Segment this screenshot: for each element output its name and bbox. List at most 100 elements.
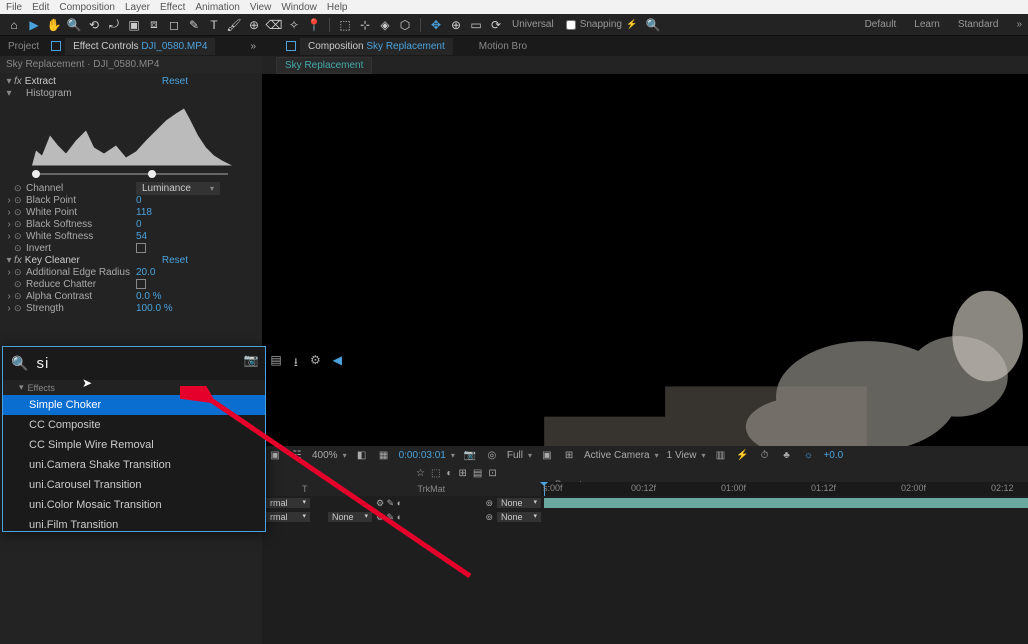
layer-clip[interactable] xyxy=(544,498,1028,508)
menu-composition[interactable]: Composition xyxy=(59,2,115,13)
workspace-more-icon[interactable]: » xyxy=(1016,19,1022,30)
layer-track[interactable] xyxy=(541,511,1028,523)
table-row[interactable]: rmal None ⚙ ✎ ◐ ⊚ None xyxy=(262,510,1028,524)
menu-help[interactable]: Help xyxy=(327,2,348,13)
layer-track[interactable] xyxy=(541,497,1028,509)
panel-icon[interactable] xyxy=(51,41,61,51)
timeline-icon[interactable]: ⏱ xyxy=(757,448,771,462)
panbehind-tool-icon[interactable]: ⧈ xyxy=(146,17,162,33)
search-input[interactable] xyxy=(36,355,235,372)
snapshot-icon[interactable]: 📷 xyxy=(463,448,477,462)
eraser-tool-icon[interactable]: ⌫ xyxy=(266,17,282,33)
list-item[interactable]: uni.Color Mosaic Transition xyxy=(3,495,265,515)
snapping-toggle[interactable]: Snapping ⚡ xyxy=(566,19,637,30)
tl-render-icon[interactable]: ⊡ xyxy=(488,468,496,479)
light-icon[interactable]: ⬡ xyxy=(397,17,413,33)
mask-icon[interactable]: ▦ xyxy=(377,448,391,462)
tab-motion-bro[interactable]: Motion Bro xyxy=(471,38,535,55)
menu-view[interactable]: View xyxy=(250,2,272,13)
tl-motion-blur-icon[interactable]: ◐ xyxy=(446,468,452,479)
timecode-display[interactable]: 0:00:03:01 xyxy=(399,450,455,461)
blend-mode-dropdown[interactable]: rmal xyxy=(266,498,310,508)
exposure-icon[interactable]: ☼ xyxy=(801,448,815,462)
parent-dropdown[interactable]: None xyxy=(497,512,541,522)
search-toolbar-icon[interactable]: 🔍 xyxy=(645,17,661,33)
prop-alpha-contrast[interactable]: ›⊙ Alpha Contrast 0.0 % xyxy=(4,290,258,302)
camera-tool-icon[interactable]: ▣ xyxy=(126,17,142,33)
blend-mode-dropdown[interactable]: rmal xyxy=(266,512,310,522)
guides-icon[interactable]: ⊞ xyxy=(562,448,576,462)
move-tool-icon[interactable]: ✥ xyxy=(428,17,444,33)
transparency-icon[interactable]: ▣ xyxy=(540,448,554,462)
search-category[interactable]: ▾Effects xyxy=(3,380,265,395)
pen-tool-icon[interactable]: ✎ xyxy=(186,17,202,33)
download-icon[interactable]: ⭳ xyxy=(294,353,298,374)
prop-channel[interactable]: ⊙ Channel Luminance xyxy=(4,182,258,194)
reduce-chatter-checkbox[interactable] xyxy=(136,279,146,289)
menu-layer[interactable]: Layer xyxy=(125,2,150,13)
parent-dropdown[interactable]: None xyxy=(497,498,541,508)
3d-icon[interactable]: ◈ xyxy=(377,17,393,33)
view-dropdown[interactable]: 1 View xyxy=(667,450,706,461)
null-icon[interactable]: ⬚ xyxy=(337,17,353,33)
prop-white-softness[interactable]: ›⊙ White Softness 54 xyxy=(4,230,258,242)
comp-panel-icon[interactable] xyxy=(286,41,296,51)
list-item[interactable]: Simple Choker xyxy=(3,395,265,415)
resolution-dropdown[interactable]: Full xyxy=(507,450,532,461)
list-icon[interactable]: ▤ xyxy=(270,353,281,374)
gear-icon[interactable]: ⚙ xyxy=(310,353,321,374)
subtab-sky-replacement[interactable]: Sky Replacement xyxy=(276,57,372,74)
prop-invert[interactable]: ⊙ Invert xyxy=(4,242,258,254)
rect-icon[interactable]: ▭ xyxy=(468,17,484,33)
tl-graph-icon[interactable]: ⊞ xyxy=(458,468,466,479)
fast-preview-icon[interactable]: ⚡ xyxy=(735,448,749,462)
tab-effect-controls[interactable]: Effect Controls DJI_0580.MP4 xyxy=(65,38,215,55)
workspace-standard[interactable]: Standard xyxy=(958,19,999,30)
list-item[interactable]: uni.Camera Shake Transition xyxy=(3,455,265,475)
share-icon[interactable]: ◀ xyxy=(333,353,342,374)
composition-viewer[interactable]: Active Camera xyxy=(262,74,1028,446)
selection-tool-icon[interactable]: ▶ xyxy=(26,17,42,33)
tl-fx-icon[interactable]: ⬚ xyxy=(431,468,440,479)
timeline-ruler[interactable]: s:00f 00:12f 01:00f 01:12f 02:00f 02:12 xyxy=(541,482,1028,496)
tl-layer-icon[interactable]: ▤ xyxy=(473,468,482,479)
anchor-icon[interactable]: ⊕ xyxy=(448,17,464,33)
clone-tool-icon[interactable]: ⊕ xyxy=(246,17,262,33)
brush-tool-icon[interactable]: 🖌 xyxy=(226,17,242,33)
rotate-tool-icon[interactable]: ⤾ xyxy=(106,17,122,33)
prop-black-softness[interactable]: ›⊙ Black Softness 0 xyxy=(4,218,258,230)
prop-black-point[interactable]: ›⊙ Black Point 0 xyxy=(4,194,258,206)
effect-extract[interactable]: ▾fx Extract Reset xyxy=(4,75,258,87)
tab-composition[interactable]: Composition Sky Replacement xyxy=(300,38,453,55)
channel-icon[interactable]: ◧ xyxy=(355,448,369,462)
snapping-checkbox[interactable] xyxy=(566,20,576,30)
puppet-tool-icon[interactable]: 📍 xyxy=(306,17,322,33)
axis-icon[interactable]: ⊹ xyxy=(357,17,373,33)
reset-button[interactable]: Reset xyxy=(162,76,188,87)
menu-file[interactable]: File xyxy=(6,2,22,13)
prop-edge-radius[interactable]: ›⊙ Additional Edge Radius 20.0 xyxy=(4,266,258,278)
trkmat-dropdown[interactable]: None xyxy=(328,512,372,522)
prop-strength[interactable]: ›⊙ Strength 100.0 % xyxy=(4,302,258,314)
snapshot-icon[interactable]: 📷 xyxy=(243,353,258,374)
prop-reduce-chatter[interactable]: ⊙ Reduce Chatter xyxy=(4,278,258,290)
histogram-slider[interactable] xyxy=(32,170,232,178)
effect-key-cleaner[interactable]: ▾fx Key Cleaner Reset xyxy=(4,254,258,266)
menu-animation[interactable]: Animation xyxy=(195,2,239,13)
menu-edit[interactable]: Edit xyxy=(32,2,49,13)
menu-window[interactable]: Window xyxy=(281,2,317,13)
flow-icon[interactable]: ♣ xyxy=(779,448,793,462)
reset-button[interactable]: Reset xyxy=(162,255,188,266)
prop-white-point[interactable]: ›⊙ White Point 118 xyxy=(4,206,258,218)
camera-dropdown[interactable]: Active Camera xyxy=(584,450,659,461)
channel-dropdown[interactable]: Luminance xyxy=(136,182,220,195)
magnify-icon[interactable]: ▣ xyxy=(268,448,282,462)
zoom-dropdown[interactable]: 400% xyxy=(312,450,347,461)
list-item[interactable]: CC Simple Wire Removal xyxy=(3,435,265,455)
invert-checkbox[interactable] xyxy=(136,243,146,253)
exposure-value[interactable]: +0.0 xyxy=(823,450,843,461)
text-tool-icon[interactable]: T xyxy=(206,17,222,33)
grid-icon[interactable]: ☷ xyxy=(290,448,304,462)
panel-menu-icon[interactable]: » xyxy=(250,41,262,52)
shape-tool-icon[interactable]: ◻ xyxy=(166,17,182,33)
